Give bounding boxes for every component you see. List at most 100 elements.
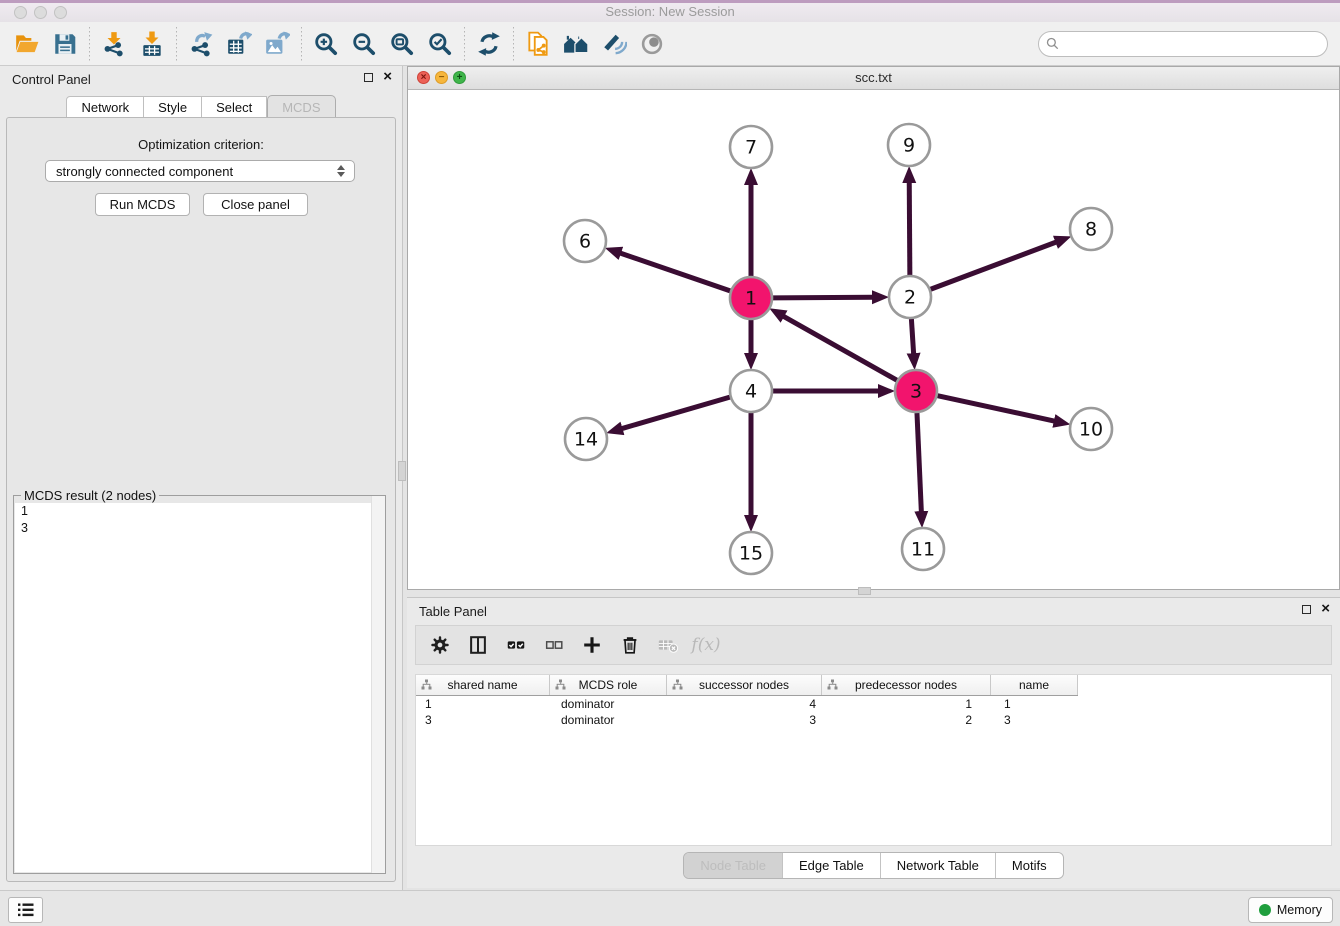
window-title: Session: New Session xyxy=(0,4,1340,19)
table-row[interactable]: 1dominator411 xyxy=(416,696,1331,712)
result-item[interactable]: 1 xyxy=(15,503,384,520)
graph-node-7[interactable]: 7 xyxy=(730,126,772,168)
graph-node-6[interactable]: 6 xyxy=(564,220,606,262)
delete-table-icon xyxy=(657,634,679,656)
column-layout-button[interactable] xyxy=(462,629,494,661)
table-cell: 4 xyxy=(667,697,822,711)
svg-text:14: 14 xyxy=(574,429,598,451)
graph-node-11[interactable]: 11 xyxy=(902,528,944,570)
zoom-fit-button[interactable] xyxy=(383,26,421,62)
graph-node-10[interactable]: 10 xyxy=(1070,408,1112,450)
import-table-button[interactable] xyxy=(133,26,171,62)
delete-column-button[interactable] xyxy=(614,629,646,661)
graph-node-3[interactable]: 3 xyxy=(895,370,937,412)
close-panel-icon[interactable]: × xyxy=(1321,603,1330,615)
refresh-button[interactable] xyxy=(470,26,508,62)
table-settings-button[interactable] xyxy=(424,629,456,661)
toolbar-separator xyxy=(176,27,177,61)
graph-node-9[interactable]: 9 xyxy=(888,124,930,166)
eye-icon xyxy=(639,31,665,57)
graph-edge-1-2[interactable] xyxy=(773,297,873,298)
save-session-button[interactable] xyxy=(46,26,84,62)
graph-node-8[interactable]: 8 xyxy=(1070,208,1112,250)
mcds-result-list[interactable]: 13 xyxy=(15,503,384,872)
table-cell: dominator xyxy=(550,713,667,727)
vertical-splitter-handle[interactable] xyxy=(398,461,406,481)
checked-boxes-icon xyxy=(505,634,527,656)
tab-network[interactable]: Network xyxy=(66,96,144,119)
zoom-selected-icon xyxy=(427,31,453,57)
run-mcds-button[interactable]: Run MCDS xyxy=(95,193,190,216)
mcds-result-title: MCDS result (2 nodes) xyxy=(21,488,159,503)
export-table-button[interactable] xyxy=(220,26,258,62)
graph-edge-2-8[interactable] xyxy=(931,242,1057,289)
float-panel-icon[interactable] xyxy=(1302,605,1311,614)
criterion-select[interactable]: strongly connected component xyxy=(45,160,355,182)
tab-network-table[interactable]: Network Table xyxy=(880,853,995,878)
table-row[interactable]: 3dominator323 xyxy=(416,712,1331,728)
show-graphics-details-button[interactable] xyxy=(595,26,633,62)
network-graph[interactable]: 7 9 6 8 1 2 4 3 14 10 15 11 xyxy=(408,89,1339,589)
import-network-button[interactable] xyxy=(95,26,133,62)
add-column-button[interactable] xyxy=(576,629,608,661)
graph-node-15[interactable]: 15 xyxy=(730,532,772,574)
svg-text:7: 7 xyxy=(745,137,757,159)
graph-node-4[interactable]: 4 xyxy=(730,370,772,412)
export-network-button[interactable] xyxy=(182,26,220,62)
graph-node-2[interactable]: 2 xyxy=(889,276,931,318)
application-window: Session: New Session xyxy=(0,0,1340,926)
hierarchy-icon xyxy=(421,679,432,690)
search-box xyxy=(1038,31,1328,57)
float-panel-icon[interactable] xyxy=(364,73,373,82)
graph-edge-2-3[interactable] xyxy=(911,319,913,354)
tab-node-table[interactable]: Node Table xyxy=(684,853,782,878)
svg-text:9: 9 xyxy=(903,135,915,157)
search-input[interactable] xyxy=(1059,37,1327,51)
close-panel-icon[interactable]: × xyxy=(383,71,392,83)
zoom-in-button[interactable] xyxy=(307,26,345,62)
clone-network-button[interactable] xyxy=(519,26,557,62)
horizontal-splitter-handle[interactable] xyxy=(858,587,871,595)
graph-edge-3-1[interactable] xyxy=(783,316,897,380)
zoom-selected-button[interactable] xyxy=(421,26,459,62)
home-networks-button[interactable] xyxy=(557,26,595,62)
criterion-value: strongly connected component xyxy=(46,164,332,179)
column-header-mcds-role[interactable]: MCDS role xyxy=(550,675,667,695)
refresh-icon xyxy=(476,31,502,57)
export-image-button[interactable] xyxy=(258,26,296,62)
graph-node-1[interactable]: 1 xyxy=(730,277,772,319)
network-title: scc.txt xyxy=(408,70,1339,85)
tab-style[interactable]: Style xyxy=(144,96,202,119)
tab-motifs[interactable]: Motifs xyxy=(995,853,1063,878)
column-header-predecessor-nodes[interactable]: predecessor nodes xyxy=(822,675,991,695)
export-image-icon xyxy=(264,31,290,57)
graph-edge-3-10[interactable] xyxy=(937,396,1054,421)
result-scrollbar[interactable] xyxy=(371,496,385,873)
close-panel-button[interactable]: Close panel xyxy=(203,193,308,216)
network-window: × − + scc.txt 7968124314101511 xyxy=(407,66,1340,590)
delete-table-button[interactable] xyxy=(652,629,684,661)
list-icon xyxy=(17,902,35,918)
graph-edge-2-9[interactable] xyxy=(909,182,910,275)
function-builder-button[interactable]: f(x) xyxy=(690,629,722,661)
graph-node-14[interactable]: 14 xyxy=(565,418,607,460)
eye-button[interactable] xyxy=(633,26,671,62)
tab-select[interactable]: Select xyxy=(202,96,267,119)
unselect-all-button[interactable] xyxy=(538,629,570,661)
graph-edge-3-11[interactable] xyxy=(917,413,921,512)
tab-mcds[interactable]: MCDS xyxy=(267,95,335,119)
result-item[interactable]: 3 xyxy=(15,520,384,537)
graph-edge-4-14[interactable] xyxy=(622,397,730,429)
task-history-button[interactable] xyxy=(8,897,43,923)
column-header-successor-nodes[interactable]: successor nodes xyxy=(667,675,822,695)
toolbar-separator xyxy=(513,27,514,61)
graphics-details-icon xyxy=(601,31,627,57)
memory-button[interactable]: Memory xyxy=(1248,897,1333,923)
tab-edge-table[interactable]: Edge Table xyxy=(782,853,880,878)
column-header-shared-name[interactable]: shared name xyxy=(416,675,550,695)
zoom-out-button[interactable] xyxy=(345,26,383,62)
open-session-button[interactable] xyxy=(8,26,46,62)
graph-edge-1-6[interactable] xyxy=(620,253,730,291)
select-all-button[interactable] xyxy=(500,629,532,661)
column-header-name[interactable]: name xyxy=(991,675,1078,695)
